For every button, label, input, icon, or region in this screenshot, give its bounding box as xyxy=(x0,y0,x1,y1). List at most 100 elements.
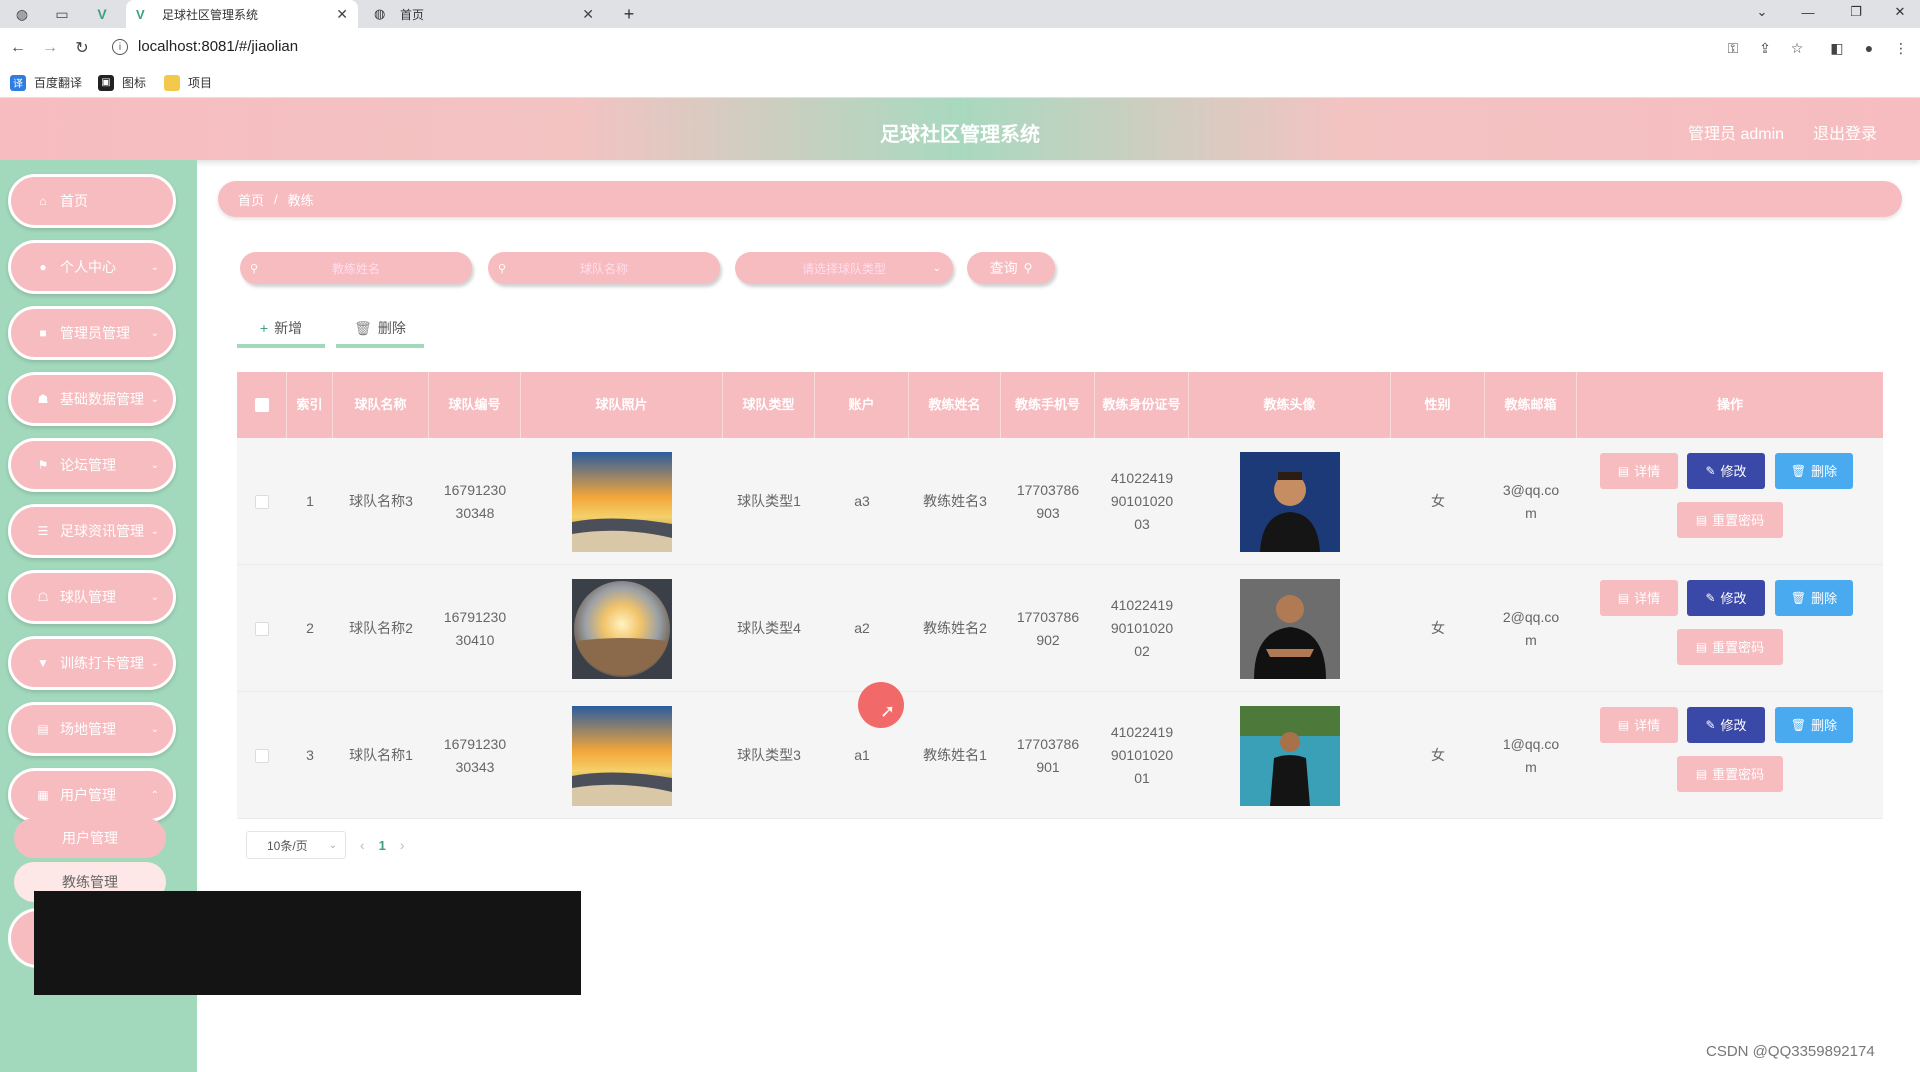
delete-label: 删除 xyxy=(1811,717,1838,733)
sidebar-item-label: 管理员管理 xyxy=(60,325,130,341)
sidepanel-icon[interactable]: ◧ xyxy=(1826,38,1848,58)
reload-icon[interactable]: ↻ xyxy=(70,36,94,60)
sidebar-item-personal-center[interactable]: ● 个人中心 ⌄ xyxy=(8,240,176,294)
coach-name-search-input[interactable]: ⚲ 教练姓名 xyxy=(240,252,472,284)
sidebar-item-label: 论坛管理 xyxy=(60,457,116,473)
cell-team-name: 球队名称3 xyxy=(349,493,413,509)
bookmark-baidu-translate[interactable]: 译 百度翻译 xyxy=(10,74,82,91)
breadcrumb-home[interactable]: 首页 xyxy=(238,190,264,209)
page-size-select[interactable]: 10条/页 ⌄ xyxy=(246,831,346,859)
cell-email: 3@qq.com xyxy=(1502,481,1560,521)
cell-team-type: 球队类型4 xyxy=(737,620,801,636)
sidebar-item-venue-management[interactable]: ▤ 场地管理 ⌄ xyxy=(8,702,176,756)
delete-button[interactable]: 🗑 删除 xyxy=(1775,580,1853,616)
globe-icon[interactable]: ◍ xyxy=(4,0,40,28)
delete-button[interactable]: 🗑 删除 xyxy=(1775,453,1853,489)
close-icon[interactable]: ✕ xyxy=(336,6,348,23)
prev-page-icon[interactable]: ‹ xyxy=(360,837,365,853)
close-window-icon[interactable]: ✕ xyxy=(1880,0,1920,24)
submenu-user-management[interactable]: 用户管理 xyxy=(14,818,166,858)
coach-avatar-image xyxy=(1240,578,1340,679)
row-checkbox-cell xyxy=(237,692,287,819)
admin-icon: ■ xyxy=(39,326,47,340)
new-tab-button[interactable]: + xyxy=(615,0,643,28)
sidebar-item-forum[interactable]: ⚑ 论坛管理 ⌄ xyxy=(8,438,176,492)
url-input[interactable]: localhost:8081/#/jiaolian xyxy=(138,38,298,55)
cell-email: 1@qq.com xyxy=(1502,735,1560,775)
key-icon[interactable]: ⚿ xyxy=(1722,38,1744,58)
detail-button[interactable]: ▤ 详情 xyxy=(1600,580,1678,616)
chevron-down-icon: ⌄ xyxy=(150,591,159,603)
header-coach-name: 教练姓名 xyxy=(909,372,1001,438)
add-button[interactable]: + 新增 xyxy=(237,312,325,348)
chevron-down-icon[interactable]: ⌄ xyxy=(1742,0,1782,24)
tab-active[interactable]: V 足球社区管理系统 ✕ xyxy=(126,0,358,28)
detail-button[interactable]: ▤ 详情 xyxy=(1600,453,1678,489)
team-name-search-input[interactable]: ⚲ 球队名称 xyxy=(488,252,720,284)
sidebar-item-home[interactable]: ⌂ 首页 xyxy=(8,174,176,228)
minimize-icon[interactable]: — xyxy=(1788,0,1828,24)
sidebar-item-admin-management[interactable]: ■ 管理员管理 ⌄ xyxy=(8,306,176,360)
edit-button[interactable]: ✎ 修改 xyxy=(1687,707,1765,743)
pencil-icon: ✎ xyxy=(1705,717,1716,732)
cell-coach-id: 410224199010102003 xyxy=(1110,470,1174,532)
search-icon: ⚲ xyxy=(1023,261,1033,275)
row-checkbox[interactable] xyxy=(255,494,269,509)
edit-button[interactable]: ✎ 修改 xyxy=(1687,580,1765,616)
grid-icon: ▦ xyxy=(37,788,49,802)
watermark-text: CSDN @QQ3359892174 xyxy=(1706,1043,1875,1060)
reset-password-button[interactable]: ▤ 重置密码 xyxy=(1677,756,1783,792)
tab-home[interactable]: ◍ 首页 ✕ xyxy=(364,0,604,28)
sidebar-item-football-news[interactable]: ☰ 足球资讯管理 ⌄ xyxy=(8,504,176,558)
chevron-down-icon: ⌄ xyxy=(150,459,159,471)
back-icon[interactable]: ← xyxy=(6,36,30,60)
sidebar-item-team-management[interactable]: ☖ 球队管理 ⌄ xyxy=(8,570,176,624)
reset-password-button[interactable]: ▤ 重置密码 xyxy=(1677,629,1783,665)
vue-icon[interactable]: V xyxy=(84,0,120,28)
detail-button[interactable]: ▤ 详情 xyxy=(1600,707,1678,743)
bookmark-project[interactable]: 项目 xyxy=(164,74,212,91)
document-icon: ▤ xyxy=(1695,512,1708,527)
cell-coach-avatar xyxy=(1189,438,1391,565)
bookmark-icons[interactable]: ▣ 图标 xyxy=(98,74,146,91)
header-team-no: 球队编号 xyxy=(429,372,521,438)
header-account: 账户 xyxy=(815,372,909,438)
mouse-pointer-icon: ➚ xyxy=(880,701,896,721)
cell-coach-phone: 17703786903 xyxy=(1016,481,1080,521)
reset-password-button[interactable]: ▤ 重置密码 xyxy=(1677,502,1783,538)
tab-favicon-blank[interactable]: ▭ xyxy=(44,0,80,28)
logout-link[interactable]: 退出登录 xyxy=(1813,120,1877,144)
menu-dots-icon[interactable]: ⋮ xyxy=(1890,38,1912,58)
header-coach-id: 教练身份证号 xyxy=(1095,372,1189,438)
bookmark-label: 图标 xyxy=(122,76,147,90)
team-type-select[interactable]: 请选择球队类型 ⌄ xyxy=(735,252,953,284)
sidebar-item-base-data[interactable]: ☗ 基础数据管理 ⌄ xyxy=(8,372,176,426)
site-info-icon[interactable]: i xyxy=(112,39,128,55)
row-checkbox[interactable] xyxy=(255,621,269,636)
address-bar: ← → ↻ i localhost:8081/#/jiaolian ⚿ ⇪ ☆ … xyxy=(0,28,1920,68)
bookmark-label: 百度翻译 xyxy=(34,76,83,90)
coach-avatar-image xyxy=(1240,705,1340,806)
profile-icon[interactable]: ● xyxy=(1858,38,1880,58)
chevron-down-icon: ⌄ xyxy=(150,723,159,735)
row-checkbox[interactable] xyxy=(255,748,269,763)
batch-delete-button[interactable]: 🗑 删除 xyxy=(336,312,424,348)
cell-gender: 女 xyxy=(1431,747,1445,763)
next-page-icon[interactable]: › xyxy=(400,837,405,853)
delete-button[interactable]: 🗑 删除 xyxy=(1775,707,1853,743)
star-icon[interactable]: ☆ xyxy=(1786,38,1808,58)
sidebar-item-training-checkin[interactable]: ▼ 训练打卡管理 ⌄ xyxy=(8,636,176,690)
page-number-current[interactable]: 1 xyxy=(379,838,386,853)
share-icon[interactable]: ⇪ xyxy=(1754,38,1776,58)
sidebar-item-user-management[interactable]: ▦ 用户管理 ⌃ xyxy=(8,768,176,822)
edit-button[interactable]: ✎ 修改 xyxy=(1687,453,1765,489)
cell-coach-id: 410224199010102002 xyxy=(1110,597,1174,659)
document-icon: ▤ xyxy=(1695,766,1708,781)
restore-icon[interactable]: ❐ xyxy=(1836,0,1876,24)
forward-icon[interactable]: → xyxy=(38,36,62,60)
select-all-checkbox[interactable] xyxy=(254,398,269,412)
query-button[interactable]: 查询 ⚲ xyxy=(967,252,1055,284)
trash-icon: 🗑 xyxy=(1790,717,1807,732)
cell-coach-name: 教练姓名3 xyxy=(923,493,987,509)
close-icon[interactable]: ✕ xyxy=(582,6,594,23)
